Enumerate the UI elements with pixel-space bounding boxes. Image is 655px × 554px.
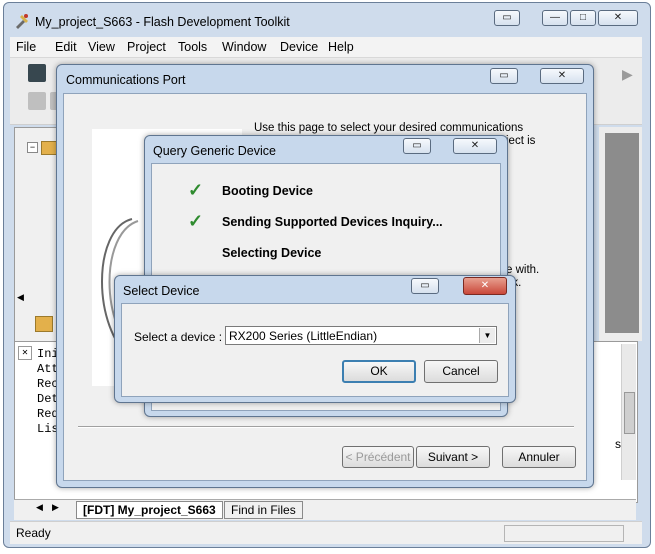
close-button[interactable]: ✕	[463, 277, 507, 295]
title-bar: My_project_S663 - Flash Development Tool…	[4, 3, 650, 37]
dialog-body: Select a device : RX200 Series (LittleEn…	[121, 303, 509, 397]
menu-project[interactable]: Project	[127, 40, 166, 54]
ok-button[interactable]: OK	[342, 360, 416, 383]
description-fragment: ject is	[506, 135, 536, 147]
device-select-value: RX200 Series (LittleEndian)	[229, 329, 378, 343]
menu-bar: File Edit View Project Tools Window Devi…	[10, 37, 642, 58]
menu-help[interactable]: Help	[328, 40, 354, 54]
check-icon: ✓	[188, 211, 204, 231]
close-button[interactable]: ✕	[540, 68, 584, 84]
dialog-title: Communications Port	[66, 73, 186, 87]
page-description: Use this page to select your desired com…	[254, 122, 524, 134]
output-scrollbar[interactable]	[621, 344, 636, 480]
tab-find-in-files[interactable]: Find in Files	[224, 501, 303, 519]
restore-icon[interactable]: ▭	[490, 68, 518, 84]
divider	[78, 426, 574, 428]
document-tabs: ◀ ▶ [FDT] My_project_S663 Find in Files	[14, 499, 636, 520]
dialog-title: Query Generic Device	[153, 144, 276, 158]
tree-collapse-icon[interactable]: −	[27, 142, 38, 153]
lock-icon[interactable]	[28, 92, 46, 110]
maximize-button[interactable]: □	[570, 10, 596, 26]
menu-view[interactable]: View	[88, 40, 115, 54]
minimize-button[interactable]: —	[542, 10, 568, 26]
status-text: Ready	[16, 526, 51, 540]
tab-project[interactable]: [FDT] My_project_S663	[76, 501, 223, 519]
play-icon[interactable]: ▶	[622, 66, 633, 83]
scrollbar-thumb[interactable]	[624, 392, 635, 434]
fdt-app-icon	[16, 14, 28, 29]
close-output-icon[interactable]: ✕	[18, 346, 32, 360]
close-button[interactable]: ✕	[453, 138, 497, 154]
status-bar: Ready	[10, 521, 642, 544]
step-label: Sending Supported Devices Inquiry...	[222, 215, 443, 229]
menu-tools[interactable]: Tools	[178, 40, 207, 54]
tab-scroll-left-icon[interactable]: ◀	[36, 502, 43, 513]
menu-device[interactable]: Device	[280, 40, 318, 54]
next-button[interactable]: Suivant >	[416, 446, 490, 468]
select-device-label: Select a device :	[134, 330, 223, 344]
tab-scroll-right-icon[interactable]: ▶	[52, 502, 59, 513]
back-button[interactable]: < Précédent	[342, 446, 414, 468]
chevron-down-icon[interactable]: ▼	[479, 328, 495, 343]
dialog-title: Select Device	[123, 284, 200, 298]
status-panel	[504, 525, 624, 542]
workspace-icon	[41, 141, 57, 155]
restore-window-icon[interactable]: ▭	[494, 10, 520, 26]
right-panel	[599, 127, 642, 341]
device-select[interactable]: RX200 Series (LittleEndian) ▼	[225, 326, 497, 345]
save-icon[interactable]	[28, 64, 46, 82]
workspace-tab-icon[interactable]	[35, 316, 53, 332]
step-label: Booting Device	[222, 184, 313, 198]
restore-icon[interactable]: ▭	[403, 138, 431, 154]
menu-window[interactable]: Window	[222, 40, 266, 54]
scroll-left-icon[interactable]: ◀	[17, 292, 27, 304]
menu-file[interactable]: File	[16, 40, 36, 54]
cancel-button[interactable]: Annuler	[502, 446, 576, 468]
menu-edit[interactable]: Edit	[55, 40, 77, 54]
step-label: Selecting Device	[222, 246, 322, 260]
check-icon: ✓	[188, 180, 204, 200]
cancel-button[interactable]: Cancel	[424, 360, 498, 383]
restore-icon[interactable]: ▭	[411, 278, 439, 294]
close-button[interactable]: ✕	[598, 10, 638, 26]
editor-background	[605, 133, 639, 333]
select-device-dialog: Select Device ▭ ✕ Select a device : RX20…	[114, 275, 516, 403]
window-title: My_project_S663 - Flash Development Tool…	[35, 15, 290, 29]
